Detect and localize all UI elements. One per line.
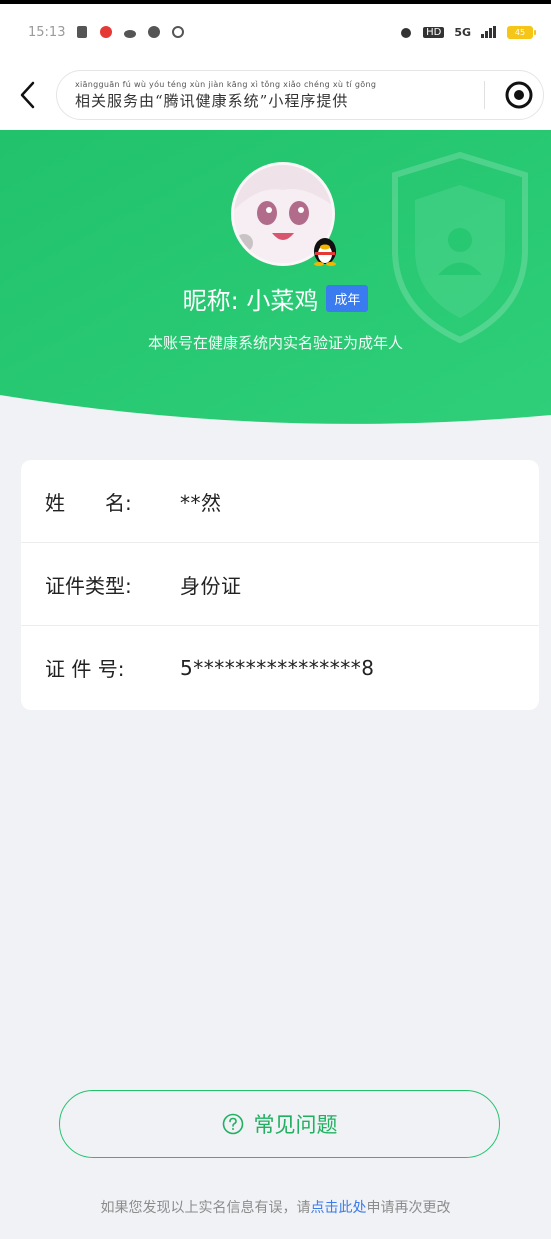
app-notification-icon <box>100 26 113 38</box>
name-label: 姓 名: <box>45 490 132 515</box>
battery-icon: 45 <box>507 25 536 39</box>
status-bar: 15:13 HD 5G 45 <box>0 0 551 60</box>
verification-note: 本账号在健康系统内实名验证为成年人 <box>147 334 403 352</box>
info-row-id-number: 证 件 号: 5****************8 <box>21 626 539 709</box>
provider-text: 相关服务由“腾讯健康系统”小程序提供 <box>75 91 349 110</box>
back-button[interactable] <box>0 60 56 130</box>
provider-capsule: xiāngguān fú wù yóu téng xùn jiàn kāng x… <box>56 70 544 120</box>
qq-penguin-icon <box>314 238 336 266</box>
id-type-label: 证件类型: <box>45 573 132 598</box>
footer-note: 如果您发现以上实名信息有误，请点击此处申请再次更改 <box>0 1197 551 1217</box>
weather-icon <box>124 30 137 38</box>
footer-suffix: 申请再次更改 <box>366 1200 451 1216</box>
nickname-row: 昵称: 小菜鸡 成年 <box>0 278 551 318</box>
sim-icon <box>77 26 88 38</box>
status-time: 15:13 <box>28 24 66 40</box>
nickname: 昵称: 小菜鸡 <box>182 286 319 315</box>
miniprogram-menu-button[interactable] <box>495 71 543 119</box>
sync-icon <box>172 26 185 38</box>
id-number-value: 5****************8 <box>180 655 375 680</box>
alarm-icon <box>401 28 412 38</box>
faq-label: 常见问题 <box>253 1113 338 1137</box>
network-label: 5G <box>454 25 471 39</box>
click-here-link[interactable]: 点击此处 <box>311 1200 367 1216</box>
identity-info-card: 姓 名: **然 证件类型: 身份证 证 件 号: 5*************… <box>21 460 539 710</box>
name-value: **然 <box>180 490 222 515</box>
chevron-left-icon <box>20 81 35 109</box>
signal-icon <box>481 26 496 38</box>
info-row-name: 姓 名: **然 <box>21 460 539 543</box>
provider-pinyin: xiāngguān fú wù yóu téng xùn jiàn kāng x… <box>75 79 377 89</box>
message-icon <box>148 26 161 38</box>
target-circle-icon <box>505 81 533 109</box>
navigation-bar: xiāngguān fú wù yóu téng xùn jiàn kāng x… <box>0 60 551 130</box>
hd-badge: HD <box>423 26 445 38</box>
id-number-label: 证 件 号: <box>45 657 125 681</box>
battery-level: 45 <box>514 27 526 37</box>
adult-badge: 成年 <box>326 284 369 312</box>
footer-prefix: 如果您发现以上实名信息有误，请 <box>100 1200 311 1216</box>
capsule-divider <box>484 81 485 109</box>
question-circle-icon <box>222 1113 243 1135</box>
info-row-id-type: 证件类型: 身份证 <box>21 543 539 626</box>
id-type-value: 身份证 <box>180 573 242 598</box>
faq-button[interactable]: 常见问题 <box>59 1090 500 1158</box>
